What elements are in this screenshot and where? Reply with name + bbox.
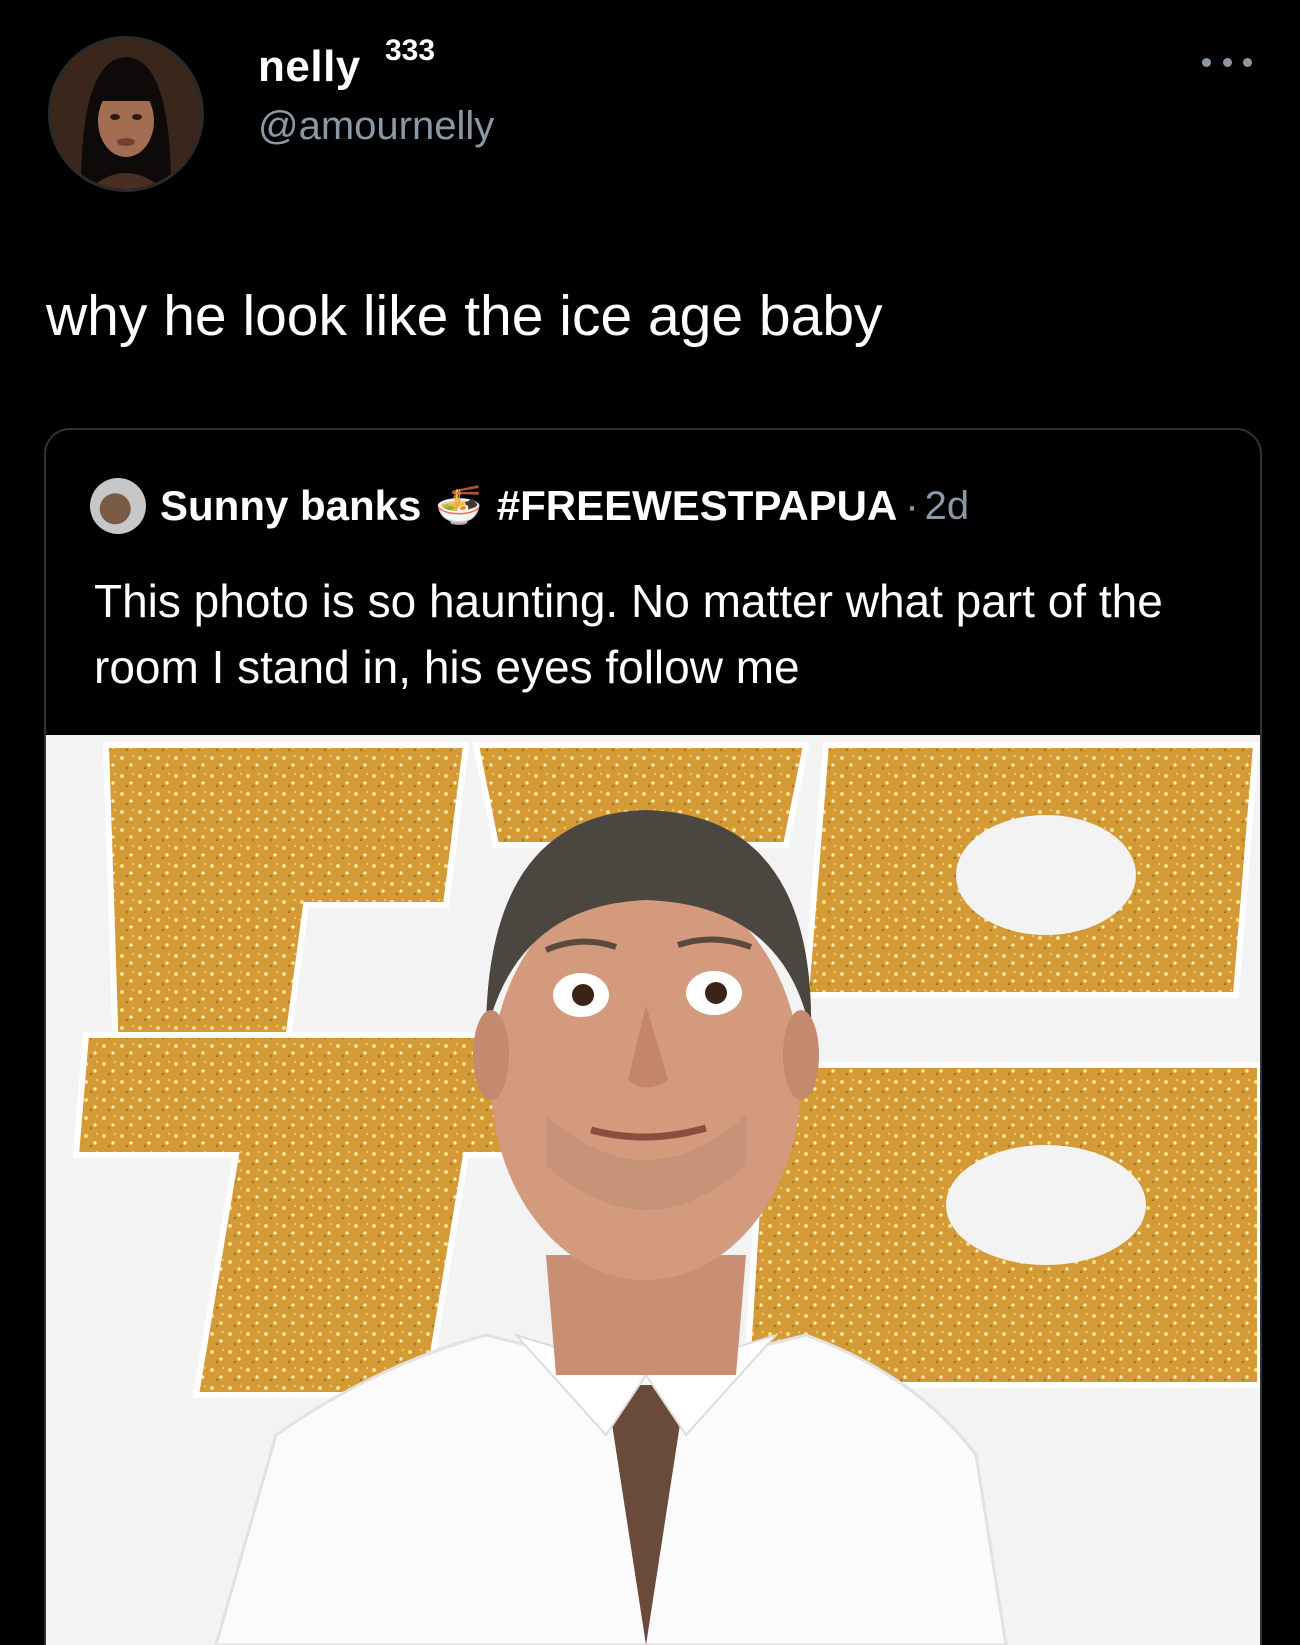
quoted-display-name[interactable]: Sunny banks <box>160 482 421 530</box>
display-name[interactable]: nelly <box>258 42 361 92</box>
quoted-hashtag[interactable]: #FREEWESTPAPUA <box>497 482 898 530</box>
tweet-text: why he look like the ice age baby <box>46 284 883 348</box>
tweet-photo[interactable] <box>46 735 1260 1645</box>
more-dot <box>1202 57 1211 67</box>
quoted-tweet-header: Sunny banks 🍜 #FREEWESTPAPUA · 2d <box>90 478 969 534</box>
more-dot <box>1222 57 1232 67</box>
noodle-bowl-emoji-icon: 🍜 <box>435 485 483 527</box>
display-name-badge: 333 <box>385 34 436 67</box>
header-separator: · <box>905 483 919 528</box>
photo-image <box>46 735 1260 1645</box>
user-handle[interactable]: @amournelly <box>258 104 494 149</box>
more-options-icon[interactable] <box>1202 50 1252 74</box>
quoted-tweet-card[interactable]: Sunny banks 🍜 #FREEWESTPAPUA · 2d This p… <box>44 428 1262 1645</box>
user-avatar[interactable] <box>48 36 204 192</box>
quoted-tweet-text: This photo is so haunting. No matter wha… <box>94 575 1163 693</box>
quoted-user-avatar[interactable] <box>90 478 146 534</box>
more-dot <box>1243 57 1252 67</box>
avatar-image <box>51 39 201 189</box>
quoted-timestamp[interactable]: 2d <box>925 484 970 529</box>
